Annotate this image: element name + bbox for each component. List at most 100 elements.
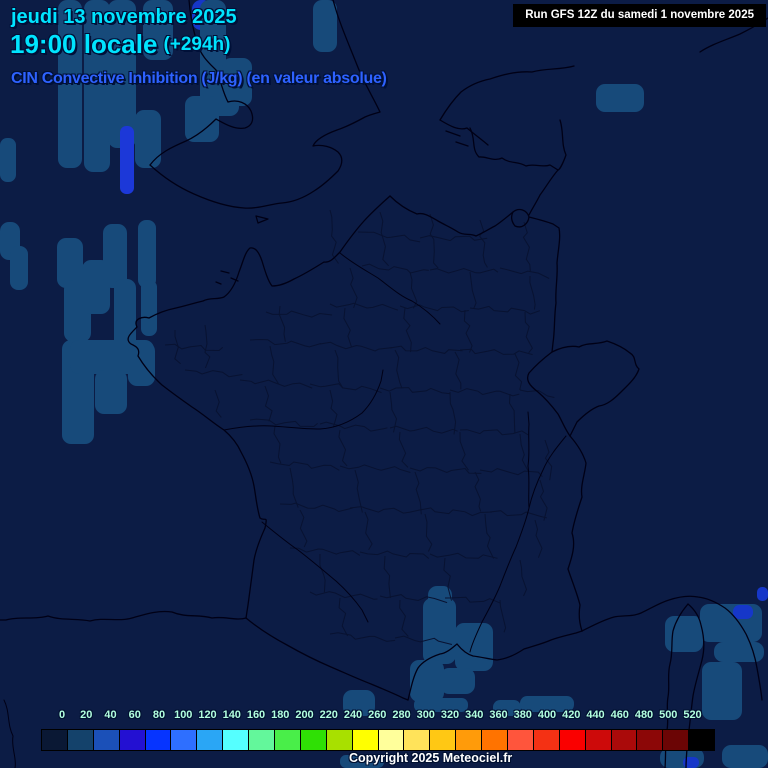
scale-label: 360 bbox=[489, 709, 508, 721]
department-line bbox=[424, 513, 433, 552]
department-line bbox=[403, 307, 412, 353]
department-line bbox=[273, 425, 282, 464]
scale-color-cell bbox=[404, 730, 431, 750]
scale-label: 500 bbox=[659, 709, 678, 721]
scale-color-cell bbox=[637, 730, 664, 750]
scale-label: 240 bbox=[343, 709, 363, 721]
scale-label: 420 bbox=[562, 709, 581, 721]
department-line bbox=[164, 343, 224, 352]
scale-label: 140 bbox=[222, 709, 241, 721]
scale-label: 340 bbox=[465, 709, 484, 721]
scale-label: 300 bbox=[416, 709, 435, 721]
border-pyrenees bbox=[245, 617, 409, 701]
department-line bbox=[389, 345, 463, 354]
scale-label: 260 bbox=[368, 709, 387, 721]
department-line bbox=[459, 429, 529, 436]
department-line bbox=[184, 369, 243, 378]
department-line bbox=[329, 389, 338, 428]
cin-patch bbox=[138, 220, 156, 288]
department-line bbox=[338, 597, 349, 637]
cin-patch bbox=[313, 0, 337, 52]
department-line bbox=[514, 353, 523, 391]
department-line bbox=[519, 559, 528, 597]
department-line bbox=[419, 507, 492, 517]
department-line bbox=[349, 267, 358, 309]
scale-color-cell bbox=[611, 730, 638, 750]
cin-patch bbox=[440, 668, 475, 694]
department-line bbox=[279, 502, 353, 513]
scale-color-cell bbox=[171, 730, 198, 750]
department-line bbox=[289, 467, 299, 508]
department-line bbox=[364, 511, 373, 550]
scale-color-cell bbox=[689, 730, 715, 750]
model-run-info: Run GFS 12Z du samedi 1 novembre 2025 bbox=[513, 4, 766, 27]
cin-patch bbox=[714, 642, 764, 662]
scale-label: 100 bbox=[174, 709, 193, 721]
department-line bbox=[469, 271, 477, 309]
scale-label: 280 bbox=[392, 709, 411, 721]
department-line bbox=[239, 379, 313, 389]
department-line bbox=[449, 391, 457, 435]
department-line bbox=[429, 267, 499, 274]
department-line bbox=[359, 550, 430, 559]
department-line bbox=[309, 383, 382, 394]
cin-patch bbox=[185, 96, 219, 142]
cin-patch bbox=[103, 224, 127, 288]
scale-color-cell bbox=[559, 730, 586, 750]
scale-color-cell bbox=[93, 730, 120, 750]
scale-label: 0 bbox=[58, 709, 66, 721]
border-france-belgium bbox=[389, 195, 514, 237]
border-luxembourg bbox=[511, 208, 530, 228]
department-line bbox=[398, 431, 409, 468]
scale-color-cell bbox=[67, 730, 94, 750]
forecast-offset: (+294h) bbox=[163, 34, 231, 55]
department-line bbox=[361, 263, 429, 274]
department-line bbox=[357, 231, 421, 243]
department-line bbox=[469, 305, 540, 315]
scale-label: 400 bbox=[537, 709, 557, 721]
department-line bbox=[419, 235, 488, 242]
river-loire bbox=[223, 369, 384, 431]
scale-color-cell bbox=[42, 730, 68, 750]
scale-label: 200 bbox=[295, 709, 314, 721]
department-line bbox=[204, 324, 211, 369]
border-france-italy bbox=[567, 435, 587, 632]
department-line bbox=[449, 388, 520, 397]
scale-color-cell bbox=[275, 730, 301, 750]
department-line bbox=[409, 467, 482, 474]
department-line bbox=[522, 221, 531, 273]
department-line bbox=[394, 349, 403, 389]
scale-label: 460 bbox=[610, 709, 629, 721]
coast-netherlands bbox=[439, 65, 575, 121]
department-line bbox=[339, 464, 411, 473]
department-line bbox=[319, 553, 326, 593]
department-line bbox=[414, 471, 422, 515]
department-line bbox=[383, 555, 391, 598]
department-line bbox=[489, 510, 547, 519]
weather-map-page: jeudi 13 novembre 2025 19:00 locale (+294… bbox=[0, 0, 768, 768]
department-line bbox=[499, 599, 507, 633]
department-line bbox=[519, 433, 530, 473]
cin-patch bbox=[596, 84, 644, 112]
scale-color-cell bbox=[456, 730, 483, 750]
scale-color-cell bbox=[300, 730, 327, 750]
department-line bbox=[399, 304, 469, 313]
scale-color-cell bbox=[508, 730, 534, 750]
department-line bbox=[429, 213, 439, 269]
parameter-title: CIN Convective Inhibition (J/kg) (en val… bbox=[11, 70, 387, 87]
scale-color-cell bbox=[482, 730, 509, 750]
department-line bbox=[474, 471, 482, 512]
department-line bbox=[478, 219, 488, 268]
color-scale-labels: 0 20 40 60 80 100 120 140 160 180 200 220 240 260 280 3… bbox=[0, 709, 768, 724]
cin-patch bbox=[665, 616, 703, 652]
cin-patch bbox=[757, 587, 768, 601]
scale-label: 380 bbox=[513, 709, 532, 721]
river-seine bbox=[339, 252, 441, 325]
forecast-time-value: 19:00 locale bbox=[10, 29, 158, 59]
department-line bbox=[529, 275, 536, 310]
border-france-germany bbox=[528, 216, 561, 353]
cin-patch bbox=[135, 110, 161, 168]
river-garonne bbox=[261, 521, 369, 623]
department-line bbox=[269, 345, 279, 384]
cin-patch bbox=[0, 138, 16, 182]
